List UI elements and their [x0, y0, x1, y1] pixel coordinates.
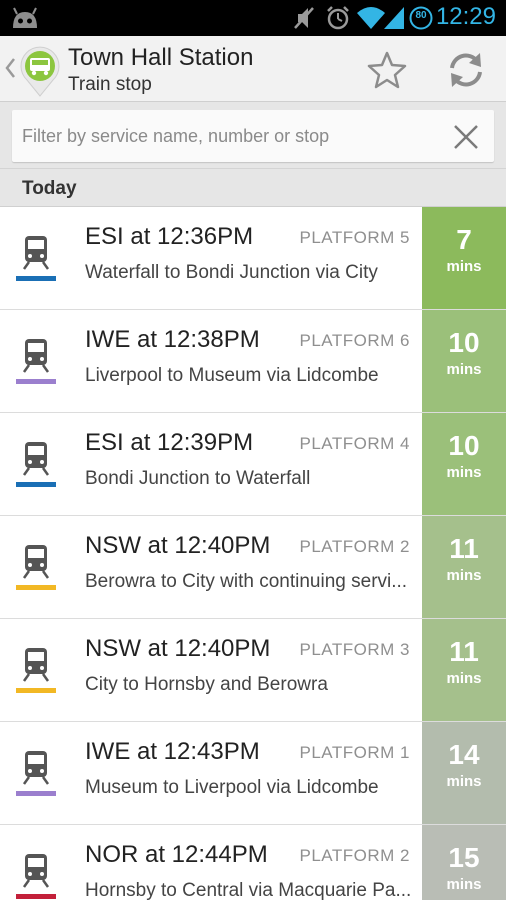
page-title: Town Hall Station: [68, 44, 254, 71]
line-color-bar: [16, 379, 56, 384]
train-icon: [22, 545, 50, 579]
eta-unit: mins: [446, 361, 482, 378]
section-title: Today: [22, 178, 77, 199]
platform-label: PLATFORM 4: [299, 434, 410, 453]
platform-label: PLATFORM 1: [299, 743, 410, 762]
route-description: Bondi Junction to Waterfall: [85, 468, 311, 489]
line-color-bar: [16, 482, 56, 487]
train-icon: [22, 751, 50, 785]
departure-list: ESI at 12:36PM PLATFORM 5 Waterfall to B…: [0, 207, 506, 900]
back-chevron-icon[interactable]: [4, 56, 16, 80]
platform-label: PLATFORM 3: [299, 640, 410, 659]
service-heading: NOR at 12:44PM: [85, 841, 268, 868]
filter-box: [12, 110, 494, 162]
departure-row[interactable]: NOR at 12:44PM PLATFORM 2 Hornsby to Cen…: [0, 825, 506, 900]
action-bar: Town Hall Station Train stop: [0, 36, 506, 102]
departure-row[interactable]: ESI at 12:39PM PLATFORM 4 Bondi Junction…: [0, 413, 506, 516]
page-subtitle: Train stop: [68, 74, 152, 95]
train-icon: [22, 854, 50, 888]
route-description: Liverpool to Museum via Lidcombe: [85, 365, 379, 386]
eta-minutes: 7: [456, 224, 472, 255]
section-header: Today: [0, 168, 506, 207]
eta-badge: 10 mins: [422, 310, 506, 412]
line-color-bar: [16, 585, 56, 590]
eta-minutes: 11: [449, 533, 479, 564]
filter-input[interactable]: [22, 110, 442, 162]
eta-badge: 10 mins: [422, 413, 506, 515]
signal-icon: [384, 7, 404, 29]
star-icon[interactable]: [366, 50, 408, 90]
eta-badge: 14 mins: [422, 722, 506, 824]
mute-icon: [294, 7, 314, 29]
service-heading: IWE at 12:38PM: [85, 326, 260, 353]
wifi-icon: [357, 7, 385, 29]
service-heading: ESI at 12:39PM: [85, 429, 254, 456]
eta-unit: mins: [446, 258, 482, 275]
platform-label: PLATFORM 2: [299, 846, 410, 865]
eta-unit: mins: [446, 876, 482, 893]
departure-row[interactable]: NSW at 12:40PM PLATFORM 2 Berowra to Cit…: [0, 516, 506, 619]
platform-label: PLATFORM 6: [299, 331, 410, 350]
train-stop-icon[interactable]: [19, 44, 61, 98]
service-heading: NSW at 12:40PM: [85, 635, 271, 662]
eta-badge: 7 mins: [422, 207, 506, 309]
line-color-bar: [16, 276, 56, 281]
alarm-icon: [327, 6, 349, 30]
service-heading: ESI at 12:36PM: [85, 223, 254, 250]
eta-minutes: 10: [448, 327, 480, 358]
line-color-bar: [16, 894, 56, 899]
train-icon: [22, 648, 50, 682]
eta-badge: 11 mins: [422, 619, 506, 721]
service-heading: NSW at 12:40PM: [85, 532, 271, 559]
train-icon: [22, 442, 50, 476]
eta-unit: mins: [446, 464, 482, 481]
train-icon: [22, 339, 50, 373]
eta-minutes: 10: [448, 430, 480, 461]
departure-row[interactable]: IWE at 12:43PM PLATFORM 1 Museum to Live…: [0, 722, 506, 825]
eta-badge: 11 mins: [422, 516, 506, 618]
refresh-icon[interactable]: [444, 50, 488, 90]
route-description: Hornsby to Central via Macquarie Pa...: [85, 880, 412, 900]
line-color-bar: [16, 688, 56, 693]
status-clock: 12:29: [435, 3, 496, 30]
route-description: Berowra to City with continuing servi...: [85, 571, 408, 592]
battery-level: 80: [415, 10, 427, 21]
clear-icon[interactable]: [452, 123, 480, 151]
platform-label: PLATFORM 2: [299, 537, 410, 556]
android-icon: [13, 7, 37, 28]
route-description: Waterfall to Bondi Junction via City: [85, 262, 378, 283]
eta-unit: mins: [446, 773, 482, 790]
eta-badge: 15 mins: [422, 825, 506, 900]
departure-row[interactable]: IWE at 12:38PM PLATFORM 6 Liverpool to M…: [0, 310, 506, 413]
eta-minutes: 14: [448, 739, 480, 770]
line-color-bar: [16, 791, 56, 796]
departure-row[interactable]: NSW at 12:40PM PLATFORM 3 City to Hornsb…: [0, 619, 506, 722]
status-bar: 80 12:29: [0, 0, 506, 36]
route-description: City to Hornsby and Berowra: [85, 674, 328, 695]
service-heading: IWE at 12:43PM: [85, 738, 260, 765]
eta-minutes: 15: [448, 842, 480, 873]
departure-row[interactable]: ESI at 12:36PM PLATFORM 5 Waterfall to B…: [0, 207, 506, 310]
eta-unit: mins: [446, 567, 482, 584]
filter-bar: [0, 102, 506, 168]
eta-minutes: 11: [449, 636, 479, 667]
route-description: Museum to Liverpool via Lidcombe: [85, 777, 379, 798]
train-icon: [22, 236, 50, 270]
eta-unit: mins: [446, 670, 482, 687]
platform-label: PLATFORM 5: [299, 228, 410, 247]
